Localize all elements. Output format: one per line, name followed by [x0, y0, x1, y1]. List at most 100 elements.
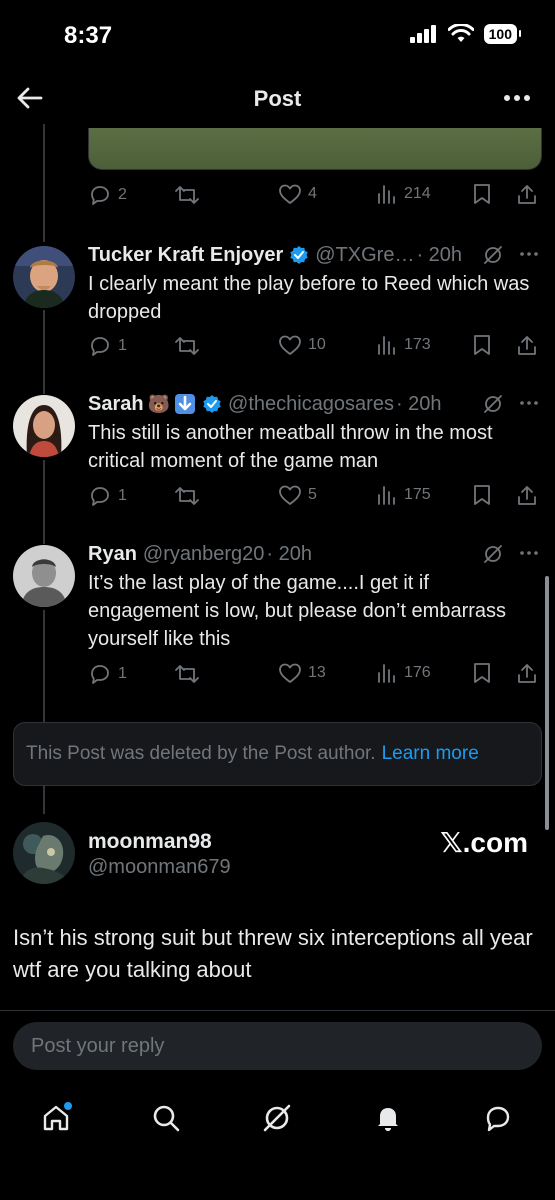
display-name[interactable]: Tucker Kraft Enjoyer [88, 244, 283, 267]
user-handle[interactable]: @ryanberg20 [143, 543, 264, 566]
avatar[interactable] [13, 545, 75, 607]
top-navigation-bar: Post [0, 72, 555, 124]
display-name[interactable]: moonman98 [88, 830, 212, 854]
share-button[interactable] [516, 334, 538, 358]
reply-button[interactable]: 1 [88, 334, 127, 358]
tab-search[interactable] [146, 1098, 186, 1138]
heart-icon [279, 485, 301, 505]
views-chart-icon [378, 336, 395, 355]
share-button[interactable] [516, 662, 538, 686]
views-button[interactable]: 175 [376, 484, 431, 506]
avatar[interactable] [13, 822, 75, 884]
verified-badge-icon [289, 245, 309, 265]
reply-action-bar: 1 5 175 [88, 481, 548, 511]
like-button[interactable]: 10 [278, 334, 326, 356]
reply-button[interactable]: 1 [88, 662, 127, 686]
share-icon [518, 486, 536, 505]
repost-icon [175, 665, 199, 683]
bookmark-button[interactable] [472, 334, 492, 356]
reply-button[interactable]: 2 [88, 183, 127, 207]
more-options-button[interactable] [501, 84, 533, 112]
avatar[interactable] [13, 246, 75, 308]
views-button[interactable]: 214 [376, 183, 431, 205]
status-bar: 8:37 100 [0, 0, 555, 72]
share-icon [518, 185, 536, 204]
reply-more-button[interactable] [519, 244, 539, 269]
avatar-image [13, 822, 75, 884]
reply-icon [91, 665, 109, 684]
views-button[interactable]: 176 [376, 662, 431, 684]
share-button[interactable] [516, 183, 538, 207]
user-handle[interactable]: @thechicagosares [228, 393, 394, 416]
reply-action-bar: 1 10 173 [88, 331, 548, 361]
like-button[interactable]: 13 [278, 662, 326, 684]
repost-icon [175, 186, 199, 204]
user-handle[interactable]: @TXGre… [315, 244, 414, 267]
reply-header: Tucker Kraft Enjoyer @TXGre… · 20h [88, 242, 541, 268]
reply-text: It’s the last play of the game....I get … [88, 572, 507, 650]
bookmark-icon [474, 663, 490, 683]
post-time: · 20h [416, 243, 463, 266]
repost-icon [175, 487, 199, 505]
more-dots-icon [504, 95, 530, 101]
bookmark-icon [474, 485, 490, 505]
reply-button[interactable]: 1 [88, 484, 127, 508]
bookmark-icon [474, 335, 490, 355]
share-button[interactable] [516, 484, 538, 508]
grok-button[interactable] [483, 245, 503, 270]
tab-grok[interactable] [257, 1098, 297, 1138]
repost-button[interactable] [174, 334, 200, 358]
repost-button[interactable] [174, 183, 200, 207]
reply-icon [91, 337, 109, 356]
views-count: 176 [404, 664, 431, 681]
views-button[interactable]: 173 [376, 334, 431, 356]
views-count: 214 [404, 185, 431, 202]
deleted-post-notice: This Post was deleted by the Post author… [13, 722, 542, 786]
like-count: 13 [308, 664, 326, 681]
reply-more-button[interactable] [519, 543, 539, 568]
avatar[interactable] [13, 395, 75, 457]
post-media-image[interactable] [88, 128, 542, 170]
divider [0, 1010, 555, 1011]
reply-header: Sarah 🐻 @thechicagosares · 20h [88, 391, 541, 417]
display-name[interactable]: Ryan [88, 543, 137, 566]
avatar-image [13, 395, 75, 457]
reply-header: Ryan @ryanberg20 · 20h [88, 541, 541, 567]
reply-action-bar: 1 13 176 [88, 659, 548, 689]
repost-button[interactable] [174, 662, 200, 686]
like-button[interactable]: 4 [278, 183, 317, 205]
grok-icon [484, 395, 502, 413]
grok-button[interactable] [483, 394, 503, 419]
reply-input[interactable] [13, 1022, 542, 1070]
status-time: 8:37 [64, 22, 113, 49]
avatar-image [13, 246, 75, 308]
grok-button[interactable] [483, 544, 503, 569]
reply-icon [91, 186, 109, 205]
like-button[interactable]: 5 [278, 484, 317, 506]
deleted-notice-text: This Post was deleted by the Post author… [26, 743, 376, 764]
bookmark-button[interactable] [472, 484, 492, 506]
tab-notifications[interactable] [368, 1098, 408, 1138]
thread-line [43, 310, 45, 394]
repost-button[interactable] [174, 484, 200, 508]
heart-icon [279, 663, 301, 683]
thread-line [43, 610, 45, 722]
repost-icon [175, 337, 199, 355]
thread-line [43, 460, 45, 544]
bookmark-button[interactable] [472, 183, 492, 205]
status-icons: 100 [409, 24, 522, 44]
messages-icon [486, 1106, 510, 1132]
bookmark-button[interactable] [472, 662, 492, 684]
like-count: 4 [308, 185, 317, 202]
learn-more-link[interactable]: Learn more [382, 743, 479, 765]
search-icon [153, 1105, 180, 1132]
main-post-text: Isn’t his strong suit but threw six inte… [13, 925, 533, 982]
scrollbar[interactable] [545, 576, 549, 830]
reply-more-button[interactable] [519, 393, 539, 418]
reply-count: 1 [118, 337, 127, 354]
down-arrow-emoji-icon [174, 393, 196, 415]
user-handle[interactable]: @moonman679 [88, 856, 231, 879]
tab-home[interactable] [36, 1098, 76, 1138]
display-name[interactable]: Sarah [88, 393, 144, 416]
tab-messages[interactable] [478, 1098, 518, 1138]
